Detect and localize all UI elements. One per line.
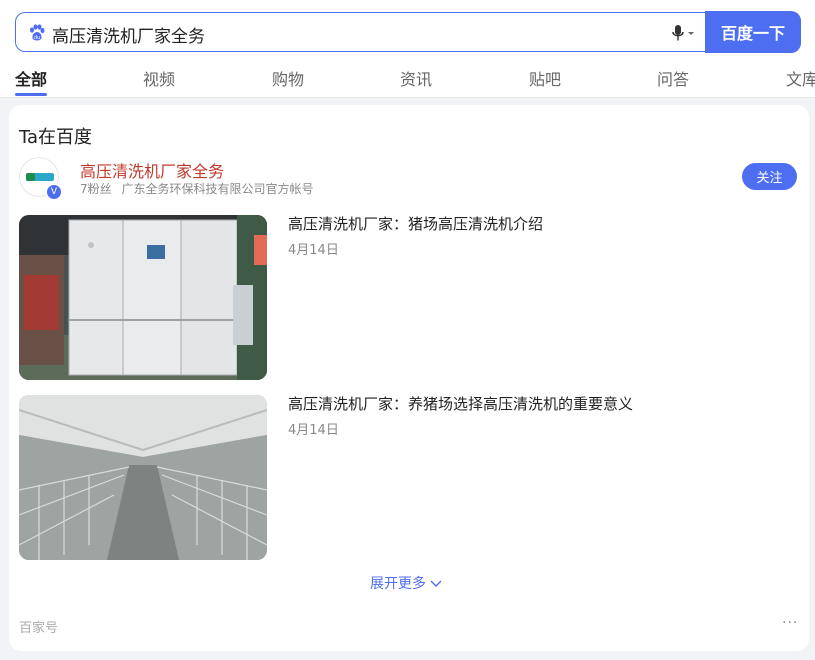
fans-count: 7粉丝 [80,182,112,196]
article-date: 4月14日 [288,243,339,258]
ta-in-baidu-card: Ta在百度 V 高压清洗机厂家全务 7粉丝 广东全务环保科技有限公司官方帐号 关… [9,105,809,651]
svg-text:du: du [34,35,40,41]
tab-tieba[interactable]: 贴吧 [529,66,561,90]
active-tab-indicator [15,93,47,96]
cleaning-machine-image [19,215,267,380]
article-date: 4月14日 [288,423,339,438]
baidu-paw-icon: du [30,24,45,41]
card-title: Ta在百度 [19,127,93,148]
search-box[interactable]: du 高压清洗机厂家全务 [15,12,705,52]
tab-news[interactable]: 资讯 [400,66,432,90]
source-label: 百家号 [19,621,59,636]
tab-all[interactable]: 全部 [15,66,47,90]
more-options-icon[interactable]: ··· [782,615,798,631]
article-title-link[interactable]: 高压清洗机厂家：猪场高压清洗机介绍 [288,213,543,234]
pig-farm-image [19,395,267,560]
article-thumbnail[interactable] [19,215,267,380]
company-logo-mark [26,173,35,181]
article-title-link[interactable]: 高压清洗机厂家：养猪场选择高压清洗机的重要意义 [288,393,633,414]
top-bar: du 高压清洗机厂家全务 百度一下 全部 视频 购物 资讯 贴吧 问答 文库 [0,0,815,98]
search-input[interactable]: 高压清洗机厂家全务 [52,22,205,47]
expand-more-label: 展开更多 [370,576,426,592]
chevron-down-icon [430,580,442,587]
expand-more-button[interactable]: 展开更多 [370,573,442,593]
account-meta: 7粉丝 广东全务环保科技有限公司官方帐号 [80,180,319,197]
avatar[interactable]: V [19,157,62,200]
verified-badge-icon: V [46,184,62,200]
tab-wenku[interactable]: 文库 [786,66,815,90]
search-button[interactable]: 百度一下 [705,11,801,53]
tab-bar: 全部 视频 购物 资讯 贴吧 问答 文库 [0,62,815,97]
article-item[interactable]: 高压清洗机厂家：猪场高压清洗机介绍 4月14日 [19,215,799,381]
tab-qa[interactable]: 问答 [657,66,689,90]
tab-shopping[interactable]: 购物 [272,66,304,90]
account-name-link[interactable]: 高压清洗机厂家全务 [80,158,224,182]
microphone-icon[interactable] [669,24,697,42]
tab-video[interactable]: 视频 [143,66,175,90]
follow-button[interactable]: 关注 [742,163,797,190]
article-item[interactable]: 高压清洗机厂家：养猪场选择高压清洗机的重要意义 4月14日 [19,395,799,561]
article-thumbnail[interactable] [19,395,267,560]
account-description: 广东全务环保科技有限公司官方帐号 [121,182,314,196]
